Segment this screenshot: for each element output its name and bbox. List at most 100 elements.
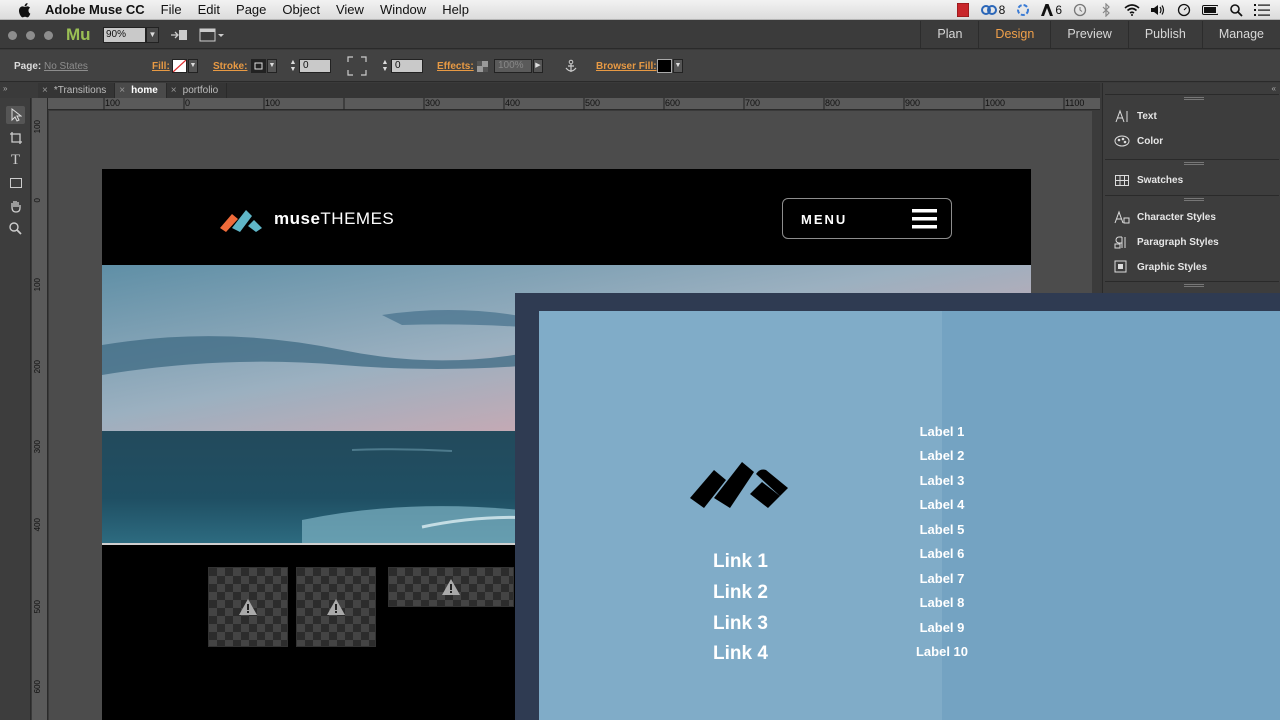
- mode-design[interactable]: Design: [978, 21, 1050, 48]
- fill-label[interactable]: Fill:: [152, 61, 170, 72]
- menu-help[interactable]: Help: [442, 2, 469, 17]
- panel-grip[interactable]: [1184, 198, 1204, 201]
- stroke-label[interactable]: Stroke:: [213, 61, 247, 72]
- collapse-panels-icon[interactable]: «: [1272, 84, 1276, 93]
- panel-grip[interactable]: [1184, 97, 1204, 100]
- battery-icon[interactable]: [1202, 3, 1218, 17]
- bluetooth-icon[interactable]: [1098, 3, 1114, 17]
- clock-icon[interactable]: [1176, 3, 1192, 17]
- stroke-stepper[interactable]: ▲ ▼: [288, 59, 298, 73]
- character-styles-panel-tab[interactable]: Character Styles: [1114, 210, 1216, 224]
- menu-window[interactable]: Window: [380, 2, 426, 17]
- color-panel-tab[interactable]: Color: [1114, 134, 1163, 148]
- text-panel-tab[interactable]: Text: [1114, 109, 1157, 123]
- mode-manage[interactable]: Manage: [1201, 21, 1280, 48]
- mode-plan[interactable]: Plan: [920, 21, 978, 48]
- minimize-window-button[interactable]: [26, 31, 35, 40]
- missing-image-placeholder[interactable]: [208, 567, 288, 647]
- browser-fill-label[interactable]: Browser Fill:: [596, 61, 657, 72]
- ruler-v-label: 100: [33, 120, 42, 134]
- stroke-width-field[interactable]: 0: [299, 59, 331, 73]
- spotlight-search-icon[interactable]: [1228, 3, 1244, 17]
- paragraph-styles-icon: [1114, 235, 1130, 249]
- panel-grip[interactable]: [1184, 284, 1204, 287]
- ruler-v-label: 600: [33, 680, 42, 694]
- menu-edit[interactable]: Edit: [198, 2, 220, 17]
- red-app-icon[interactable]: [955, 3, 971, 17]
- creative-cloud-icon[interactable]: 8: [980, 3, 1005, 17]
- overlay-label-7[interactable]: Label 7: [740, 571, 1144, 586]
- volume-icon[interactable]: [1150, 3, 1166, 17]
- vertical-ruler[interactable]: 100 0 100 200 300 400 500 600: [32, 98, 56, 720]
- zoom-level-field[interactable]: 90%: [103, 27, 146, 43]
- wifi-icon[interactable]: [1124, 3, 1140, 17]
- page-states-link[interactable]: No States: [44, 61, 88, 72]
- fill-dropdown-arrow[interactable]: ▼: [188, 59, 198, 73]
- overlay-label-2[interactable]: Label 2: [740, 448, 1144, 463]
- menu-file[interactable]: File: [161, 2, 182, 17]
- graphic-styles-panel-tab[interactable]: Graphic Styles: [1114, 260, 1207, 274]
- close-tab-icon[interactable]: ×: [171, 85, 177, 96]
- collapse-tools-icon[interactable]: »: [3, 84, 7, 93]
- mode-preview[interactable]: Preview: [1050, 21, 1127, 48]
- fill-swatch[interactable]: [172, 59, 187, 73]
- hand-tool-icon[interactable]: [6, 197, 25, 215]
- site-menu-button[interactable]: MENU: [782, 198, 952, 239]
- menu-page[interactable]: Page: [236, 2, 266, 17]
- rectangle-tool-icon[interactable]: [6, 174, 25, 192]
- close-window-button[interactable]: [8, 31, 17, 40]
- text-tool-icon[interactable]: T: [6, 151, 25, 169]
- missing-image-placeholder[interactable]: [388, 567, 514, 607]
- app-name-menu[interactable]: Adobe Muse CC: [45, 2, 145, 17]
- paragraph-styles-panel-tab[interactable]: Paragraph Styles: [1114, 235, 1219, 249]
- sync-icon[interactable]: [1015, 3, 1031, 17]
- panel-grip[interactable]: [1184, 162, 1204, 165]
- tab-portfolio[interactable]: × portfolio: [167, 83, 228, 98]
- place-file-icon[interactable]: [170, 28, 188, 42]
- zoom-window-button[interactable]: [44, 31, 53, 40]
- missing-image-placeholder[interactable]: [296, 567, 376, 647]
- ruler-h-label: 1000: [985, 98, 1006, 108]
- adobe-icon[interactable]: 6: [1041, 3, 1062, 17]
- zoom-tool-icon[interactable]: [6, 219, 25, 237]
- layout-view-icon[interactable]: [199, 28, 225, 42]
- browser-fill-dropdown-arrow[interactable]: ▼: [673, 59, 683, 73]
- effects-label[interactable]: Effects:: [437, 61, 474, 72]
- selection-tool-icon[interactable]: [6, 106, 25, 124]
- tab-home[interactable]: × home: [115, 83, 167, 98]
- overlay-label-3[interactable]: Label 3: [740, 473, 1144, 488]
- text-panel-icon: [1114, 109, 1130, 123]
- horizontal-ruler[interactable]: 100 0 100 300 400 500 600 700 800 900 10…: [48, 98, 1100, 110]
- overlay-label-6[interactable]: Label 6: [740, 546, 1144, 561]
- zoom-dropdown-arrow[interactable]: ▼: [146, 27, 159, 43]
- time-machine-icon[interactable]: [1072, 3, 1088, 17]
- notification-center-icon[interactable]: [1254, 3, 1270, 17]
- effects-icon[interactable]: [477, 61, 488, 72]
- menu-object[interactable]: Object: [282, 2, 320, 17]
- close-tab-icon[interactable]: ×: [42, 85, 48, 96]
- apple-icon[interactable]: [17, 2, 31, 18]
- close-tab-icon[interactable]: ×: [119, 85, 125, 96]
- overlay-label-8[interactable]: Label 8: [740, 595, 1144, 610]
- mode-publish[interactable]: Publish: [1127, 21, 1202, 48]
- overlay-label-4[interactable]: Label 4: [740, 497, 1144, 512]
- overlay-label-10[interactable]: Label 10: [740, 644, 1144, 659]
- stroke-dropdown-arrow[interactable]: ▼: [267, 59, 277, 73]
- musethemes-logo[interactable]: museTHEMES: [218, 206, 394, 232]
- corner-radius-field[interactable]: 0: [391, 59, 423, 73]
- swatches-panel-tab[interactable]: Swatches: [1114, 173, 1183, 187]
- opacity-field[interactable]: 100%: [494, 59, 532, 73]
- corner-stepper[interactable]: ▲ ▼: [380, 59, 390, 73]
- browser-fill-swatch[interactable]: [657, 59, 672, 73]
- crop-tool-icon[interactable]: [6, 129, 25, 147]
- menu-view[interactable]: View: [336, 2, 364, 17]
- control-panel: Page: No States Fill: ▼ Stroke: ▼ ▲ ▼ 0 ▲…: [0, 50, 1280, 82]
- overlay-label-5[interactable]: Label 5: [740, 522, 1144, 537]
- opacity-dropdown-arrow[interactable]: ▶: [533, 59, 543, 73]
- tab-transitions[interactable]: × *Transitions: [38, 83, 116, 98]
- overlay-label-1[interactable]: Label 1: [740, 424, 1144, 439]
- panel-group-text-color: Text Color: [1105, 94, 1279, 159]
- overlay-label-9[interactable]: Label 9: [740, 620, 1144, 635]
- stroke-swatch[interactable]: [251, 59, 266, 73]
- anchor-icon[interactable]: [564, 59, 578, 73]
